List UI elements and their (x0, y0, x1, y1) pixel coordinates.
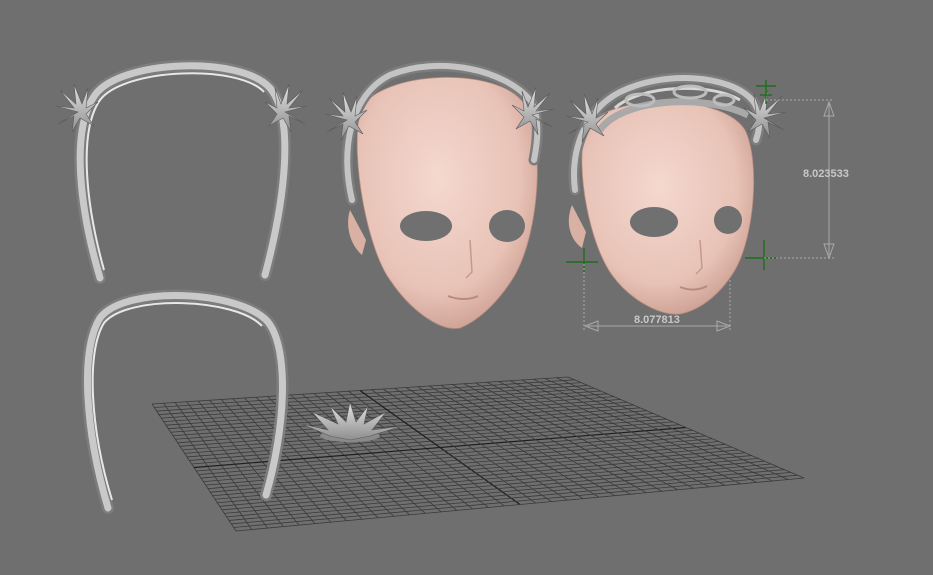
headband-with-flowers-model[interactable] (55, 59, 308, 284)
grid-line (371, 389, 537, 504)
head-model-with-headband[interactable] (324, 60, 555, 329)
eye-socket-left (630, 207, 678, 237)
eye-socket-right (714, 206, 742, 234)
measure-gizmo-bottom-left[interactable] (566, 248, 598, 272)
head-model-with-tiara[interactable]: 8.023533 8.077813 (565, 72, 849, 332)
grid-line (510, 380, 726, 486)
grid-line (521, 379, 742, 485)
grid-line (212, 449, 739, 497)
grid-line (219, 457, 759, 507)
measure-gizmo-bottom-right[interactable] (745, 240, 778, 270)
width-dimension-label: 8.077813 (634, 314, 680, 326)
eye-socket-left (400, 211, 452, 241)
ear-left (348, 210, 366, 255)
eye-socket-right (489, 210, 525, 242)
height-dimension-label: 8.023533 (803, 168, 849, 180)
grid-line (382, 388, 552, 502)
ground-grid-plane (151, 376, 805, 532)
ear-left (568, 205, 586, 248)
3d-viewport[interactable]: 8.023533 8.077813 (0, 0, 933, 575)
grid-line (210, 446, 732, 493)
